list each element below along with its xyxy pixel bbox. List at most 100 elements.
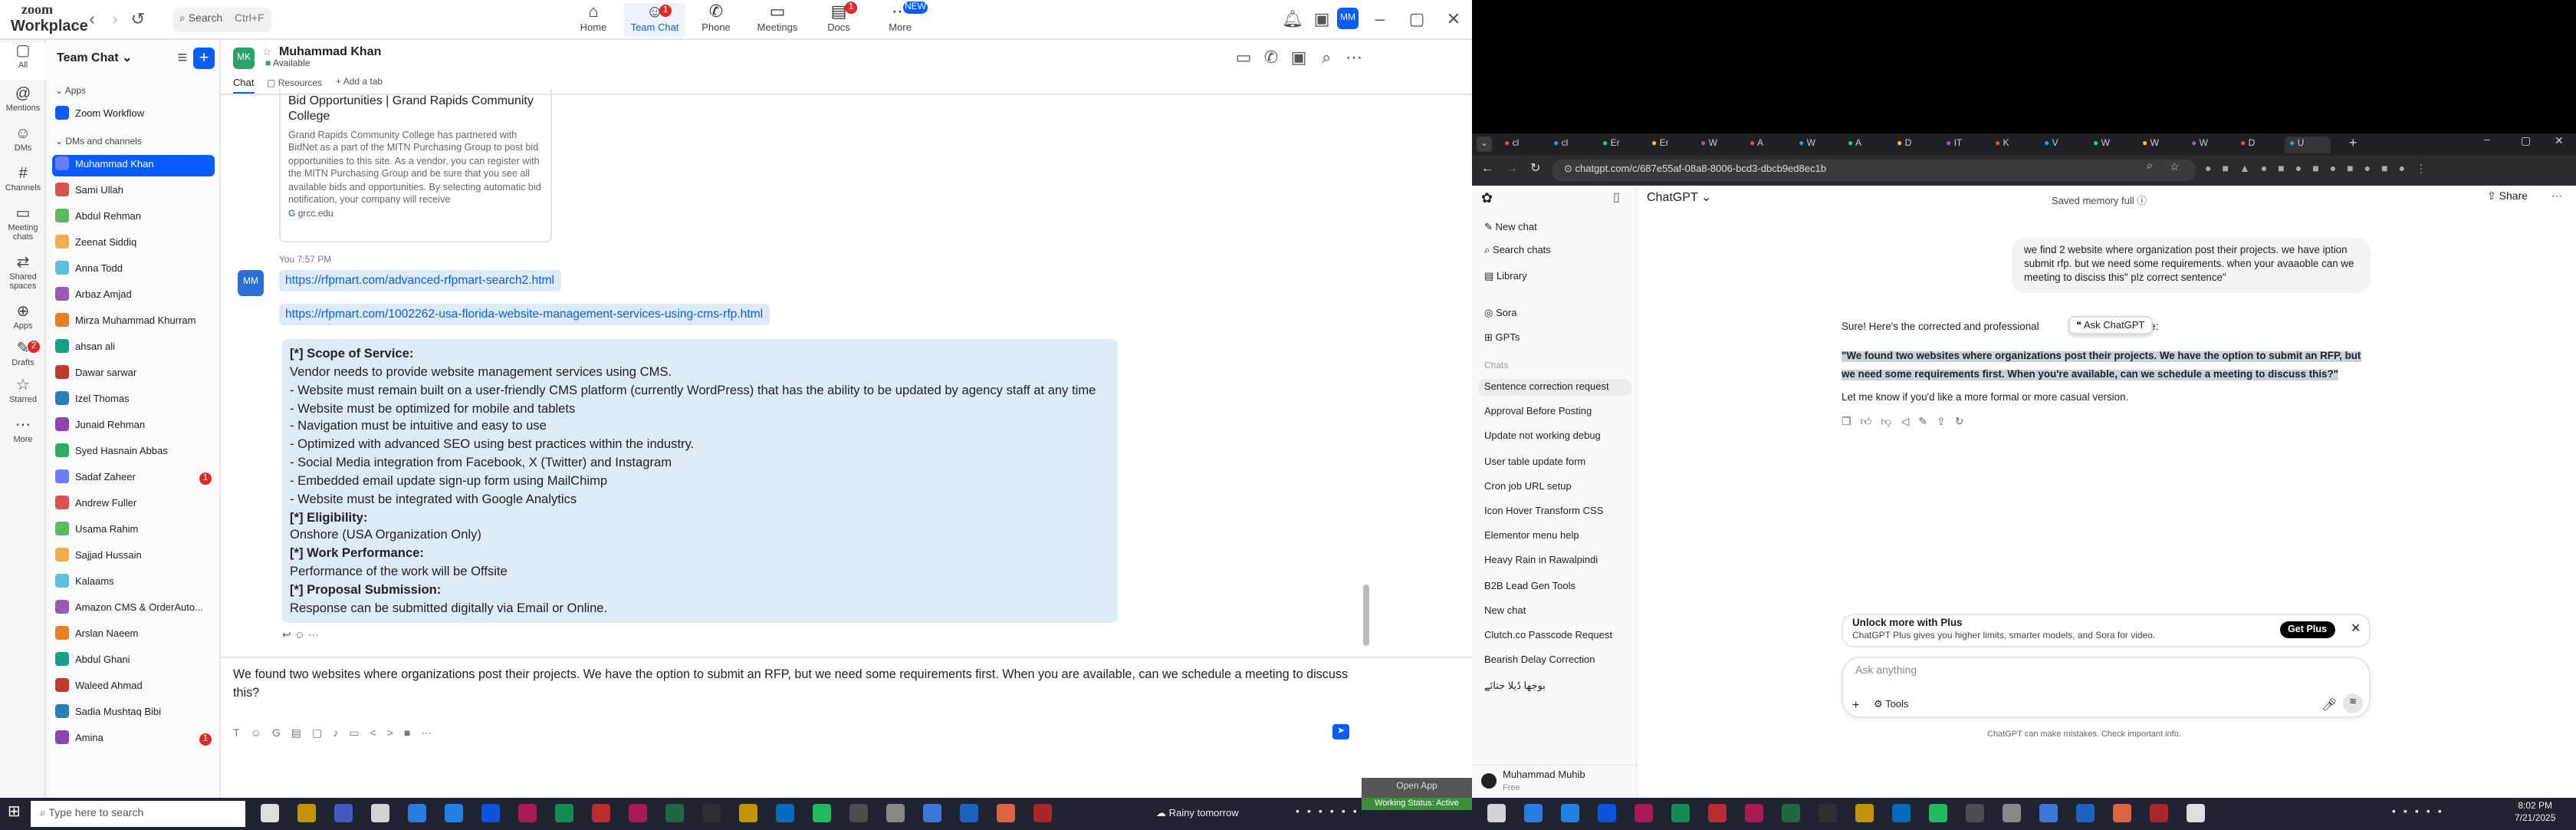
dm-item[interactable]: Anna Todd <box>52 259 215 281</box>
sidebar-sora[interactable]: ◎ Sora <box>1484 307 1516 319</box>
dm-item[interactable]: Mirza Muhammad Khurram <box>52 311 215 333</box>
chat-history-item[interactable]: Elementor menu help <box>1478 528 1631 545</box>
chrome-icon[interactable] <box>1782 804 1800 822</box>
sidebar-toggle-icon[interactable]: ▯ <box>1613 190 1620 204</box>
app-icon[interactable] <box>776 804 794 822</box>
extension-icon[interactable]: ■ <box>2278 164 2295 175</box>
nav-more[interactable]: ⋯ More NEW <box>869 2 931 34</box>
read-aloud-icon[interactable]: ◁ <box>1901 417 1918 428</box>
thumbs-up-icon[interactable]: 👍︎ <box>1861 417 1881 428</box>
reply-icon[interactable]: ↩ <box>282 631 291 641</box>
windows-icon[interactable]: ⊞ <box>8 804 21 821</box>
contact-name[interactable]: Muhammad Khan <box>279 44 381 58</box>
outlook-icon[interactable] <box>665 804 684 822</box>
chat-history-item[interactable]: Icon Hover Transform CSS <box>1478 503 1631 520</box>
menu-icon[interactable]: ⋮ <box>2416 164 2437 175</box>
excel-icon[interactable] <box>1855 804 1874 822</box>
rail-mentions[interactable]: @ Mentions <box>0 86 46 114</box>
video-clip-icon[interactable]: ▭ <box>349 729 370 739</box>
dm-item[interactable]: Arbaz Amjad <box>52 285 215 307</box>
rail-drafts[interactable]: ✎ Drafts 2 <box>0 341 46 368</box>
extension-icon[interactable]: ● <box>2205 164 2222 175</box>
browser-tab[interactable]: ● V <box>2039 137 2085 153</box>
share-icon[interactable]: ⇪ <box>1937 417 1955 428</box>
chat-history-item[interactable]: New chat <box>1478 603 1631 620</box>
nav-docs[interactable]: ▤ Docs 1 <box>808 2 869 34</box>
app-icon[interactable] <box>2150 804 2168 822</box>
chat-history-item[interactable]: Clutch.co Passcode Request <box>1478 627 1631 644</box>
dm-item[interactable]: Dawar sarwar <box>52 364 215 385</box>
edge-icon[interactable] <box>371 804 389 822</box>
apps-section[interactable]: ⌄ Apps <box>55 86 86 97</box>
vscode-icon[interactable] <box>1708 804 1727 822</box>
tools-button[interactable]: ⚙ Tools <box>1874 698 1908 710</box>
copy-icon[interactable]: ❐ <box>1842 417 1861 428</box>
excel-icon[interactable] <box>555 804 573 822</box>
url-bar[interactable]: ⊙ chatgpt.com/c/687e55af-08a8-8006-bcd3-… <box>1552 160 2196 181</box>
app-icon[interactable] <box>592 804 610 822</box>
regenerate-icon[interactable]: ↻ <box>1955 417 1973 428</box>
message-link-2[interactable]: https://rfpmart.com/1002262-usa-florida-… <box>279 304 770 325</box>
app-icon[interactable] <box>997 804 1015 822</box>
browser-tab[interactable]: ● D <box>1892 137 1938 153</box>
task-view-icon[interactable] <box>1561 804 1579 822</box>
zoom-icon[interactable] <box>1635 804 1653 822</box>
back-icon[interactable]: ‹ <box>81 9 103 31</box>
list-title[interactable]: Team Chat ⌄ <box>57 51 133 64</box>
app-icon[interactable] <box>2076 804 2095 822</box>
rail-all[interactable]: ▢ All <box>0 43 46 80</box>
avatar[interactable]: MM <box>1337 8 1359 29</box>
browser-tab[interactable]: ● cl <box>1500 137 1546 153</box>
browser-tab[interactable]: ● IT <box>1941 137 1987 153</box>
extension-icon[interactable]: ■ <box>2381 164 2398 175</box>
dm-item[interactable]: Kalaams <box>52 572 215 594</box>
rail-shared-spaces[interactable]: ⇄ Shared spaces <box>0 255 46 291</box>
rail-apps[interactable]: ⊕ Apps <box>0 304 46 331</box>
dm-item[interactable]: Zeenat Siddiq <box>52 233 215 255</box>
star-icon[interactable]: ☆ <box>262 46 272 58</box>
volume-icon[interactable]: ▪ <box>1342 807 1353 818</box>
weather-widget[interactable]: ☁ Rainy tomorrow <box>1156 807 1239 819</box>
sidebar-library[interactable]: ▤ Library <box>1484 270 1527 282</box>
chat-history-item[interactable]: Update not working debug <box>1478 429 1631 446</box>
dm-item[interactable]: Abdul Rehman <box>52 207 215 229</box>
browser-tab[interactable]: ● W <box>1696 137 1742 153</box>
edit-icon[interactable]: ✎ <box>1918 417 1937 428</box>
more-icon[interactable]: ⋯ <box>2551 190 2562 203</box>
edge-icon[interactable] <box>1671 804 1690 822</box>
browser-tab[interactable]: ● W <box>1794 137 1840 153</box>
extension-icon[interactable]: ■ <box>2347 164 2364 175</box>
forward-icon[interactable]: → <box>1506 161 1518 175</box>
code-icon[interactable]: <> <box>370 729 404 739</box>
whatsapp-icon[interactable] <box>702 804 721 822</box>
dm-item[interactable]: ahsan ali <box>52 338 215 359</box>
extension-icon[interactable]: ● <box>2364 164 2381 175</box>
browser-tab[interactable]: ● K <box>1990 137 2036 153</box>
user-menu[interactable]: Muhammad Muhib Free <box>1472 764 1638 798</box>
maximize-icon[interactable]: ▢ <box>1406 9 1428 31</box>
search-box[interactable]: ⌕ Search Ctrl+F <box>173 8 271 32</box>
chat-history-item[interactable]: B2B Lead Gen Tools <box>1478 578 1631 595</box>
sidebar-search[interactable]: ⌕ Search chats <box>1484 245 1551 258</box>
tray-icon[interactable]: ▪ <box>1307 807 1319 818</box>
chat-history-item[interactable]: Bearish Delay Correction <box>1478 652 1631 669</box>
chrome-icon[interactable] <box>2113 804 2131 822</box>
tray-icon[interactable]: ▪ <box>1319 807 1330 818</box>
extension-icon[interactable]: ■ <box>2222 164 2239 175</box>
link-2[interactable]: https://rfpmart.com/1002262-usa-florida-… <box>285 307 763 321</box>
filter-icon[interactable]: ≡ <box>172 48 193 69</box>
dm-item[interactable]: Abdul Ghani <box>52 650 215 672</box>
tab-chat[interactable]: Chat <box>233 78 255 94</box>
gif-icon[interactable]: G <box>272 729 291 739</box>
send-button[interactable]: ➤ <box>1332 724 1349 739</box>
forward-icon[interactable]: › <box>104 9 126 31</box>
dm-item[interactable]: Arslan Naeem <box>52 624 215 646</box>
compose-input[interactable]: We found two websites where organization… <box>233 666 1368 701</box>
whiteboard-icon[interactable]: ▣ <box>1311 9 1332 31</box>
nav-team-chat[interactable]: ☺ Team Chat 1 <box>624 3 685 37</box>
folder-icon[interactable] <box>629 804 647 822</box>
outlook-icon[interactable] <box>445 804 463 822</box>
volume-icon[interactable]: ▪ <box>2426 807 2438 818</box>
app-icon[interactable] <box>960 804 978 822</box>
extension-icon[interactable]: ▲ <box>2239 164 2261 175</box>
